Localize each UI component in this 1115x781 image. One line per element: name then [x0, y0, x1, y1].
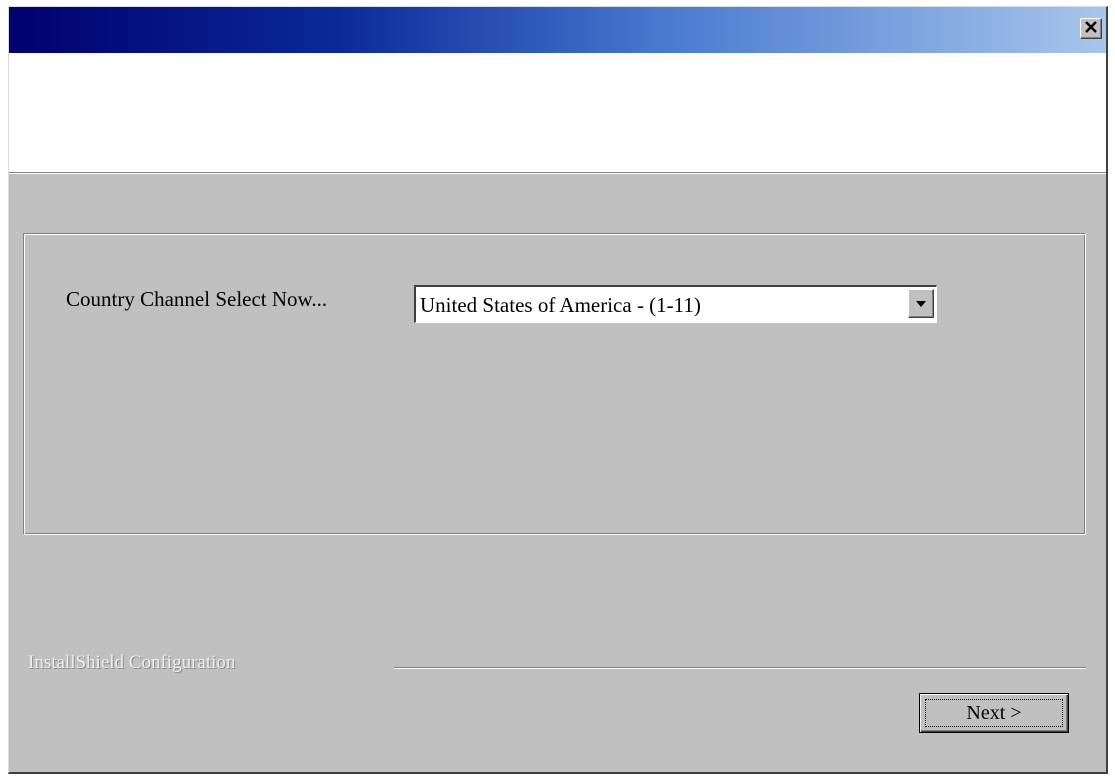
next-button-label: Next > [966, 701, 1022, 724]
dropdown-button[interactable] [908, 289, 934, 318]
chevron-down-icon [915, 295, 927, 313]
close-button[interactable] [1080, 18, 1102, 39]
country-channel-selected-value: United States of America - (1-11) [420, 293, 701, 317]
header-panel [9, 53, 1106, 174]
next-button-focus: Next > [925, 699, 1063, 727]
close-icon [1084, 20, 1098, 38]
footer-divider [394, 667, 1086, 669]
installshield-label: InstallShield Configuration [28, 652, 236, 673]
next-button[interactable]: Next > [919, 693, 1069, 733]
title-bar[interactable] [9, 7, 1106, 53]
settings-group-box [23, 233, 1086, 535]
country-channel-label: Country Channel Select Now... [66, 287, 328, 311]
country-channel-select[interactable]: United States of America - (1-11) [414, 285, 937, 323]
